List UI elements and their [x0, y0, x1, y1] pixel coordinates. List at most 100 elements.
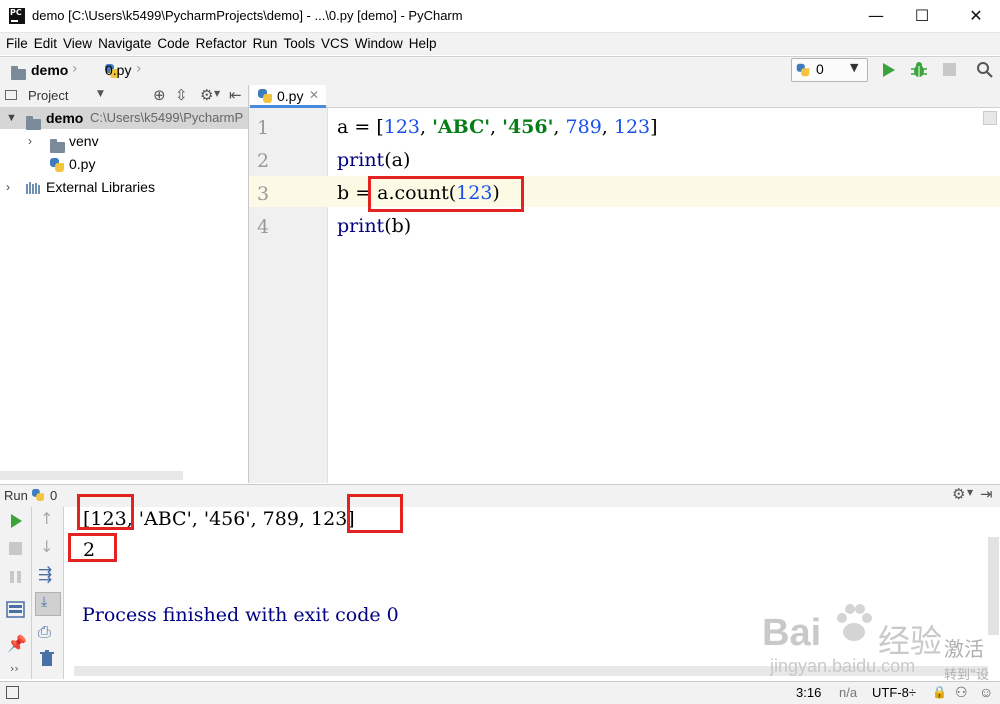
- tree-item-label: venv: [69, 133, 99, 149]
- menu-window[interactable]: Window: [352, 33, 406, 55]
- hide-panel-icon[interactable]: ⇥: [980, 485, 993, 503]
- code-line-1[interactable]: a = [123, 'ABC', '456', 789, 123]: [337, 116, 658, 138]
- menu-file[interactable]: File: [3, 33, 31, 55]
- breadcrumb-project[interactable]: demo: [31, 62, 68, 78]
- hide-panel-icon[interactable]: ⇤: [229, 86, 242, 104]
- inspector-icon[interactable]: ⚇: [955, 684, 968, 701]
- python-file-icon: [258, 89, 272, 103]
- scroll-to-end-toggle[interactable]: ⤓: [35, 592, 61, 616]
- menu-code[interactable]: Code: [154, 33, 192, 55]
- menu-navigate[interactable]: Navigate: [95, 33, 154, 55]
- minimize-button[interactable]: —: [853, 0, 899, 32]
- run-panel-header: Run 0 ⚙ ▼ ⇥: [0, 484, 1000, 508]
- line-number: 2: [257, 150, 270, 172]
- console-exit-message: Process finished with exit code 0: [82, 604, 399, 626]
- line-number: 4: [257, 216, 270, 238]
- pycharm-logo-icon: PC: [9, 8, 25, 24]
- menu-vcs[interactable]: VCS: [318, 33, 352, 55]
- chevron-right-icon: ›: [6, 180, 10, 194]
- close-button[interactable]: ✕: [953, 0, 999, 32]
- soft-wrap-icon[interactable]: ⇶: [38, 565, 52, 585]
- lock-icon[interactable]: 🔒: [932, 685, 947, 699]
- stop-icon[interactable]: [943, 63, 956, 76]
- toggle-tool-windows-icon[interactable]: [6, 686, 19, 699]
- breadcrumb-file[interactable]: 0.py: [105, 62, 131, 78]
- code-line-2[interactable]: print(a): [337, 149, 410, 171]
- search-icon[interactable]: [976, 61, 994, 79]
- debug-icon[interactable]: [909, 60, 929, 80]
- python-file-icon: [796, 63, 810, 77]
- project-panel-title[interactable]: Project: [28, 88, 68, 103]
- caret-position[interactable]: 3:16: [796, 685, 821, 700]
- highlight-box-first-123: [77, 494, 134, 530]
- folder-icon: [50, 139, 65, 153]
- tree-item-label: 0.py: [69, 156, 96, 172]
- highlight-box-count-call: [368, 176, 524, 212]
- inspection-status-icon[interactable]: [983, 111, 997, 125]
- print-icon[interactable]: ⎙: [38, 622, 51, 642]
- scroll-to-end-icon: ⤓: [41, 594, 48, 610]
- run-panel-title[interactable]: Run: [4, 488, 28, 503]
- more-icon[interactable]: ››: [10, 662, 19, 675]
- highlight-box-count-result: [68, 533, 117, 562]
- file-encoding[interactable]: UTF-8÷: [872, 685, 916, 700]
- tree-item-external-libraries[interactable]: › External Libraries: [0, 176, 248, 198]
- menu-edit[interactable]: Edit: [31, 33, 60, 55]
- breadcrumb-separator-icon: ›: [72, 61, 78, 77]
- menu-refactor[interactable]: Refactor: [193, 33, 250, 55]
- gear-icon[interactable]: ⚙: [200, 86, 213, 104]
- project-tree: ▼ demo C:\Users\k5499\PycharmP › venv 0.…: [0, 107, 248, 483]
- tree-item-venv[interactable]: › venv: [0, 130, 248, 153]
- menu-help[interactable]: Help: [406, 33, 440, 55]
- chevron-down-icon[interactable]: ▼: [967, 488, 973, 497]
- tree-item-demo-root[interactable]: ▼ demo C:\Users\k5499\PycharmP: [0, 107, 248, 130]
- python-file-icon: [32, 489, 44, 501]
- menu-tools[interactable]: Tools: [280, 33, 318, 55]
- chevron-right-icon: ›: [28, 134, 32, 148]
- maximize-button[interactable]: ☐: [899, 0, 945, 32]
- arrow-down-icon[interactable]: ↓: [40, 537, 53, 556]
- run-configuration-value: 0: [816, 61, 824, 77]
- activate-windows-text: 激活: [944, 637, 984, 661]
- run-icon[interactable]: [880, 61, 896, 79]
- layout-icon[interactable]: [6, 601, 26, 619]
- pause-icon[interactable]: [9, 570, 23, 584]
- pin-icon[interactable]: 📌: [7, 634, 27, 653]
- run-configuration-select[interactable]: 0 ▼: [791, 58, 868, 82]
- line-number: 3: [257, 183, 270, 205]
- chevron-down-icon: ▼: [6, 112, 17, 124]
- arrow-up-icon[interactable]: ↑: [40, 509, 53, 528]
- trash-icon[interactable]: [39, 650, 55, 667]
- tab-0py[interactable]: 0.py ✕: [250, 85, 326, 108]
- event-log-icon[interactable]: ☺: [979, 684, 993, 700]
- status-bar: 3:16 n/a UTF-8÷ 🔒 ⚇ ☺: [0, 681, 1000, 704]
- tree-item-0py[interactable]: 0.py: [0, 153, 248, 175]
- project-view-icon: [5, 90, 17, 100]
- editor-tab-bar: [249, 85, 1000, 108]
- close-tab-icon[interactable]: ✕: [309, 88, 319, 102]
- line-separator-status[interactable]: n/a: [839, 685, 857, 700]
- rerun-icon[interactable]: [8, 513, 24, 529]
- libraries-icon: [26, 182, 40, 194]
- tree-item-label: demo: [46, 110, 84, 126]
- run-console-output[interactable]: [64, 507, 1000, 679]
- project-panel-header: Project ▼ ⊕ ⇳ ⚙ ▼ ⇤: [0, 85, 248, 108]
- tab-label: 0.py: [277, 88, 304, 104]
- gear-icon[interactable]: ⚙: [952, 485, 965, 503]
- collapse-all-icon[interactable]: ⇳: [175, 86, 188, 104]
- code-line-4[interactable]: print(b): [337, 215, 411, 237]
- chevron-down-icon[interactable]: ▼: [97, 89, 104, 99]
- menu-view[interactable]: View: [60, 33, 95, 55]
- project-horizontal-scrollbar[interactable]: [0, 471, 183, 480]
- console-vertical-scrollbar[interactable]: [988, 537, 999, 635]
- watermark-url: jingyan.baidu.com: [770, 656, 916, 676]
- code-editor[interactable]: [328, 108, 1000, 483]
- chevron-down-icon[interactable]: ▼: [214, 89, 220, 98]
- run-toolbar-secondary: ↑ ↓ ⇶ ⤓ ⎙: [32, 507, 64, 679]
- menu-run[interactable]: Run: [250, 33, 281, 55]
- stop-icon[interactable]: [9, 542, 22, 555]
- folder-icon: [26, 116, 41, 130]
- locate-target-icon[interactable]: ⊕: [153, 86, 166, 104]
- line-number: 1: [257, 117, 270, 139]
- run-config-tab[interactable]: 0: [50, 488, 57, 503]
